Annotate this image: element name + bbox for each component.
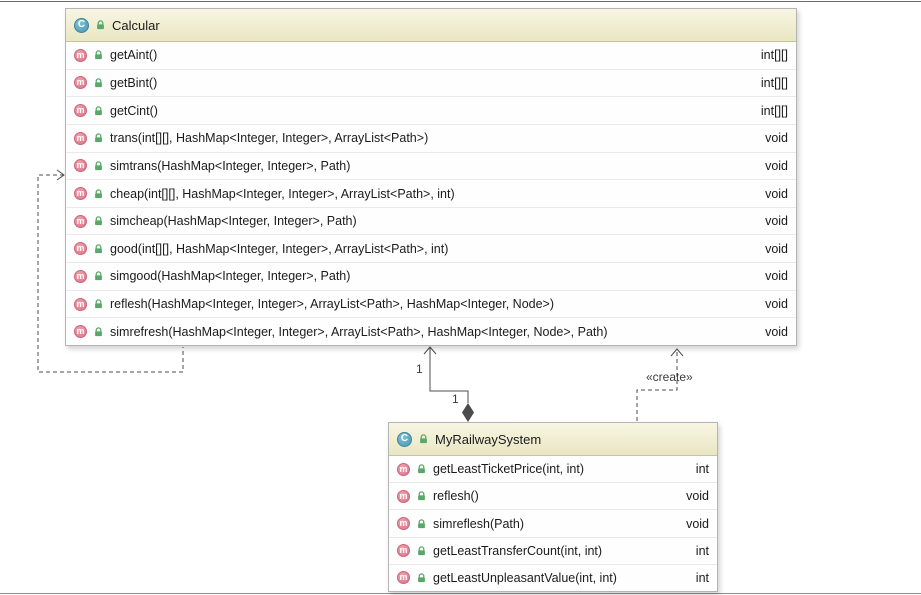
lock-icon [418,464,425,474]
method-return-type: void [765,269,788,284]
lock-icon [95,133,102,143]
method-signature: simcheap(HashMap<Integer, Integer>, Path… [110,214,357,229]
lock-icon [95,50,102,60]
class-title: Calcular [112,17,160,33]
method-row[interactable]: m reflesh(HashMap<Integer, Integer>, Arr… [66,290,796,319]
method-return-type: void [765,297,788,312]
method-row[interactable]: m getLeastTransferCount(int, int) int [389,537,717,565]
method-return-type: void [765,324,788,339]
method-row[interactable]: m simgood(HashMap<Integer, Integer>, Pat… [66,263,796,291]
method-return-type: void [686,489,709,504]
method-return-type: int[][] [760,48,788,63]
lock-icon [95,105,102,115]
method-icon: m [74,187,87,201]
lock-icon [418,545,425,555]
diamond-icon [462,403,474,422]
method-icon: m [74,76,87,90]
multiplicity-label: 1 [416,362,423,376]
method-signature: simtrans(HashMap<Integer, Integer>, Path… [110,158,351,173]
lock-icon [420,434,427,444]
method-icon: m [74,48,87,62]
lock-icon [95,188,102,198]
class-node-calcular[interactable]: C Calcular m getAint() int[][] m getBint… [65,8,797,346]
method-return-type: void [765,214,788,229]
lock-icon [95,216,102,226]
class-title: MyRailwaySystem [435,431,542,447]
method-return-type: int[][] [760,75,788,90]
lock-icon [95,299,102,309]
method-signature: getBint() [110,75,158,90]
lock-icon [95,78,102,88]
method-row[interactable]: m getBint() int[][] [66,69,796,98]
method-icon: m [74,104,87,118]
method-row[interactable]: m simreflesh(Path) void [389,510,717,538]
method-icon: m [397,489,410,503]
method-icon: m [74,242,87,256]
method-signature: getLeastUnpleasantValue(int, int) [433,570,617,585]
method-row[interactable]: m getAint() int[][] [66,42,796,70]
method-row[interactable]: m getLeastTicketPrice(int, int) int [389,456,717,484]
method-icon: m [397,462,410,476]
method-list: m getLeastTicketPrice(int, int) int m re… [389,456,717,592]
method-icon: m [74,325,87,339]
class-header[interactable]: C MyRailwaySystem [389,423,717,456]
method-row[interactable]: m simcheap(HashMap<Integer, Integer>, Pa… [66,207,796,236]
method-signature: getLeastTransferCount(int, int) [433,543,603,558]
class-icon: C [397,431,412,447]
method-icon: m [397,544,410,558]
method-signature: reflesh(HashMap<Integer, Integer>, Array… [110,297,555,312]
lock-icon [95,271,102,281]
lock-icon [97,20,104,30]
method-return-type: void [765,158,788,173]
multiplicity-label: 1 [452,392,459,406]
method-signature: getAint() [110,48,158,63]
method-signature: reflesh() [433,489,479,504]
method-row[interactable]: m getCint() int[][] [66,97,796,125]
uml-diagram-canvas: { "calcular": { "title": "Calcular", "me… [0,0,921,595]
method-signature: simrefresh(HashMap<Integer, Integer>, Ar… [110,324,608,339]
method-signature: cheap(int[][], HashMap<Integer, Integer>… [110,186,455,201]
method-icon: m [397,517,410,530]
create-edge[interactable] [636,348,684,421]
method-signature: getLeastTicketPrice(int, int) [433,462,584,477]
method-return-type: int[][] [760,103,788,118]
method-return-type: void [686,516,709,531]
lock-icon [95,244,102,253]
method-row[interactable]: m cheap(int[][], HashMap<Integer, Intege… [66,180,796,208]
method-signature: simgood(HashMap<Integer, Integer>, Path) [110,269,351,284]
method-row[interactable]: m reflesh() void [389,483,717,511]
method-icon: m [397,571,410,585]
method-row[interactable]: m getLeastUnpleasantValue(int, int) int [389,564,717,592]
method-return-type: int [695,462,709,477]
lock-icon [418,518,425,528]
method-icon: m [74,159,87,173]
method-signature: good(int[][], HashMap<Integer, Integer>,… [110,241,449,256]
method-row[interactable]: m good(int[][], HashMap<Integer, Integer… [66,235,796,264]
composition-edge[interactable] [423,346,474,422]
method-icon: m [74,131,87,145]
method-signature: trans(int[][], HashMap<Integer, Integer>… [110,131,429,146]
lock-icon [95,326,102,336]
lock-icon [418,573,425,583]
method-icon: m [74,214,87,228]
method-return-type: void [765,186,788,201]
method-list: m getAint() int[][] m getBint() int[][] … [66,42,796,346]
method-signature: getCint() [110,103,158,118]
method-row[interactable]: m simrefresh(HashMap<Integer, Integer>, … [66,318,796,346]
method-row[interactable]: m trans(int[][], HashMap<Integer, Intege… [66,124,796,153]
lock-icon [95,161,102,170]
method-return-type: int [695,570,709,585]
class-node-myrailwaysystem[interactable]: C MyRailwaySystem m getLeastTicketPrice(… [388,422,718,592]
method-return-type: void [765,241,788,256]
method-row[interactable]: m simtrans(HashMap<Integer, Integer>, Pa… [66,152,796,181]
method-return-type: void [765,131,788,146]
lock-icon [418,491,425,501]
create-label: «create» [646,370,693,384]
method-icon: m [74,269,87,283]
method-icon: m [74,297,87,311]
method-return-type: int [695,543,709,558]
class-icon: C [74,17,89,33]
class-header[interactable]: C Calcular [66,9,796,42]
method-signature: simreflesh(Path) [433,516,524,531]
